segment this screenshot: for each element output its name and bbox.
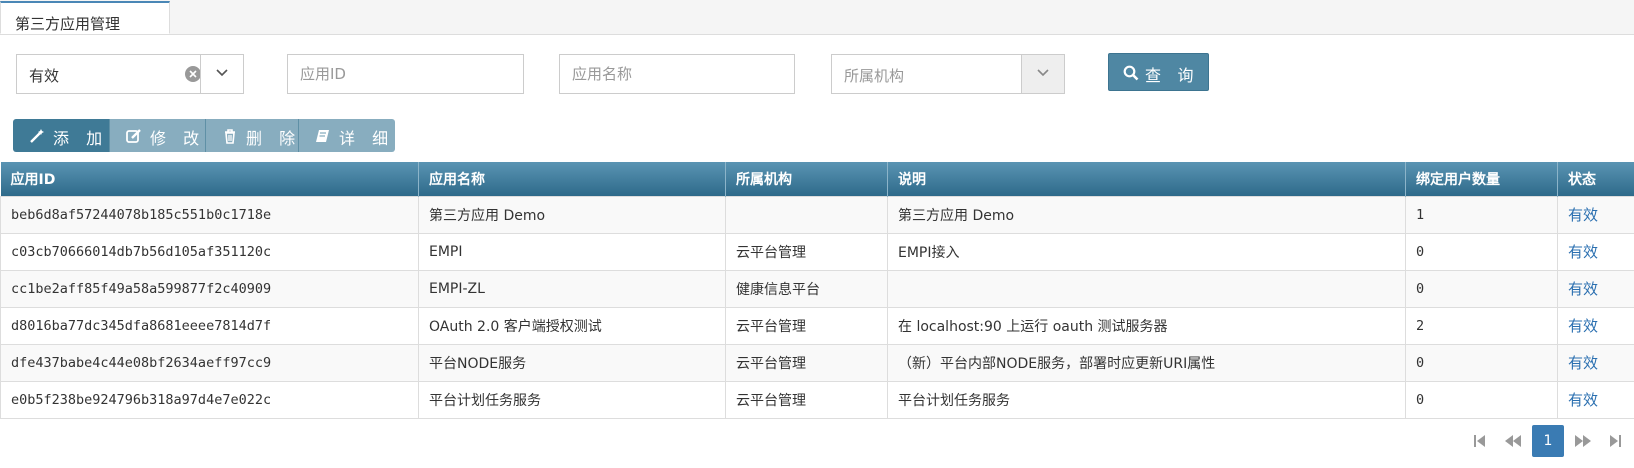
status-link[interactable]: 有效 [1557, 232, 1634, 271]
cell-app-id: e0b5f238be924796b318a97d4e7e022c [0, 380, 419, 419]
query-button-label: 查 询 [1145, 68, 1200, 85]
cell-app-name: 平台计划任务服务 [418, 380, 726, 419]
col-header-bound-users[interactable]: 绑定用户数量 [1405, 162, 1558, 196]
table-row[interactable]: e0b5f238be924796b318a97d4e7e022c 平台计划任务服… [0, 380, 1634, 419]
cell-app-id: c03cb70666014db7b56d105af351120c [0, 232, 419, 271]
cell-description: 第三方应用 Demo [887, 195, 1406, 234]
cell-app-name: 第三方应用 Demo [418, 195, 726, 234]
col-header-app-name[interactable]: 应用名称 [418, 162, 726, 196]
table-row[interactable]: c03cb70666014db7b56d105af351120c EMPI 云平… [0, 232, 1634, 271]
first-page-icon[interactable] [1466, 425, 1494, 457]
table-header-row: 应用ID 应用名称 所属机构 说明 绑定用户数量 状态 [0, 162, 1634, 196]
table-row[interactable]: dfe437babe4c44e08bf2634aeff97cc9 平台NODE服… [0, 343, 1634, 382]
cell-bound-users: 0 [1405, 232, 1558, 271]
apps-table: 应用ID 应用名称 所属机构 说明 绑定用户数量 状态 beb6d8af5724… [0, 162, 1634, 419]
tab-bar: 第三方应用管理 [0, 0, 1634, 35]
cell-org: 云平台管理 [725, 343, 888, 382]
magic-wand-icon [30, 129, 44, 143]
cell-bound-users: 0 [1405, 380, 1558, 419]
edit-button[interactable]: 修 改 [110, 119, 206, 152]
chevron-down-icon[interactable] [200, 55, 243, 93]
detail-button[interactable]: 详 细 [299, 119, 395, 152]
cell-bound-users: 2 [1405, 306, 1558, 345]
cell-app-id: dfe437babe4c44e08bf2634aeff97cc9 [0, 343, 419, 382]
chevron-down-icon[interactable] [1021, 55, 1064, 93]
cell-org: 云平台管理 [725, 232, 888, 271]
status-select[interactable]: 有效 [16, 54, 244, 94]
edit-button-label: 修 改 [150, 129, 206, 148]
col-header-status[interactable]: 状态 [1557, 162, 1634, 196]
add-button-label: 添 加 [53, 129, 109, 148]
last-page-icon[interactable] [1601, 425, 1629, 457]
cell-app-id: cc1be2aff85f49a58a599877f2c40909 [0, 269, 419, 308]
delete-button[interactable]: 删 除 [206, 119, 299, 152]
cell-description: EMPI接入 [887, 232, 1406, 271]
status-select-value: 有效 [29, 67, 60, 85]
col-header-description[interactable]: 说明 [887, 162, 1406, 196]
cell-org [725, 195, 888, 234]
org-select[interactable]: 所属机构 [831, 54, 1065, 94]
status-link[interactable]: 有效 [1557, 269, 1634, 308]
cell-bound-users: 0 [1405, 343, 1558, 382]
col-header-org[interactable]: 所属机构 [725, 162, 888, 196]
status-link[interactable]: 有效 [1557, 306, 1634, 345]
detail-button-label: 详 细 [339, 129, 395, 148]
cell-org: 云平台管理 [725, 380, 888, 419]
edit-icon [126, 129, 141, 143]
cell-app-name: OAuth 2.0 客户端授权测试 [418, 306, 726, 345]
status-link[interactable]: 有效 [1557, 195, 1634, 234]
table-row[interactable]: beb6d8af57244078b185c551b0c1718e 第三方应用 D… [0, 195, 1634, 234]
prev-page-icon[interactable] [1498, 425, 1526, 457]
app-id-input[interactable] [287, 54, 524, 94]
book-icon [316, 130, 329, 142]
add-button[interactable]: 添 加 [13, 119, 110, 152]
cell-bound-users: 1 [1405, 195, 1558, 234]
cell-app-name: 平台NODE服务 [418, 343, 726, 382]
action-toolbar: 添 加 修 改 删 除 详 细 [13, 119, 395, 152]
delete-button-label: 删 除 [246, 129, 302, 148]
trash-icon [225, 129, 235, 144]
table-row[interactable]: d8016ba77dc345dfa8681eeee7814d7f OAuth 2… [0, 306, 1634, 345]
cell-description: （新）平台内部NODE服务，部署时应更新URI属性 [887, 343, 1406, 382]
cell-description: 平台计划任务服务 [887, 380, 1406, 419]
cell-app-id: beb6d8af57244078b185c551b0c1718e [0, 195, 419, 234]
cell-app-id: d8016ba77dc345dfa8681eeee7814d7f [0, 306, 419, 345]
cell-description: 在 localhost:90 上运行 oauth 测试服务器 [887, 306, 1406, 345]
cell-app-name: EMPI-ZL [418, 269, 726, 308]
cell-description [887, 269, 1406, 308]
col-header-app-id[interactable]: 应用ID [0, 162, 419, 196]
org-select-placeholder: 所属机构 [844, 67, 905, 85]
tab-third-party-apps[interactable]: 第三方应用管理 [0, 1, 170, 34]
table-row[interactable]: cc1be2aff85f49a58a599877f2c40909 EMPI-ZL… [0, 269, 1634, 308]
cell-app-name: EMPI [418, 232, 726, 271]
status-link[interactable]: 有效 [1557, 380, 1634, 419]
page-number-current[interactable]: 1 [1532, 425, 1564, 457]
search-icon [1123, 65, 1139, 81]
clear-icon[interactable] [185, 66, 201, 82]
cell-bound-users: 0 [1405, 269, 1558, 308]
next-page-icon[interactable] [1568, 425, 1596, 457]
cell-org: 云平台管理 [725, 306, 888, 345]
cell-org: 健康信息平台 [725, 269, 888, 308]
app-name-input[interactable] [559, 54, 795, 94]
status-link[interactable]: 有效 [1557, 343, 1634, 382]
query-button[interactable]: 查 询 [1108, 53, 1209, 91]
tab-label: 第三方应用管理 [15, 15, 121, 33]
